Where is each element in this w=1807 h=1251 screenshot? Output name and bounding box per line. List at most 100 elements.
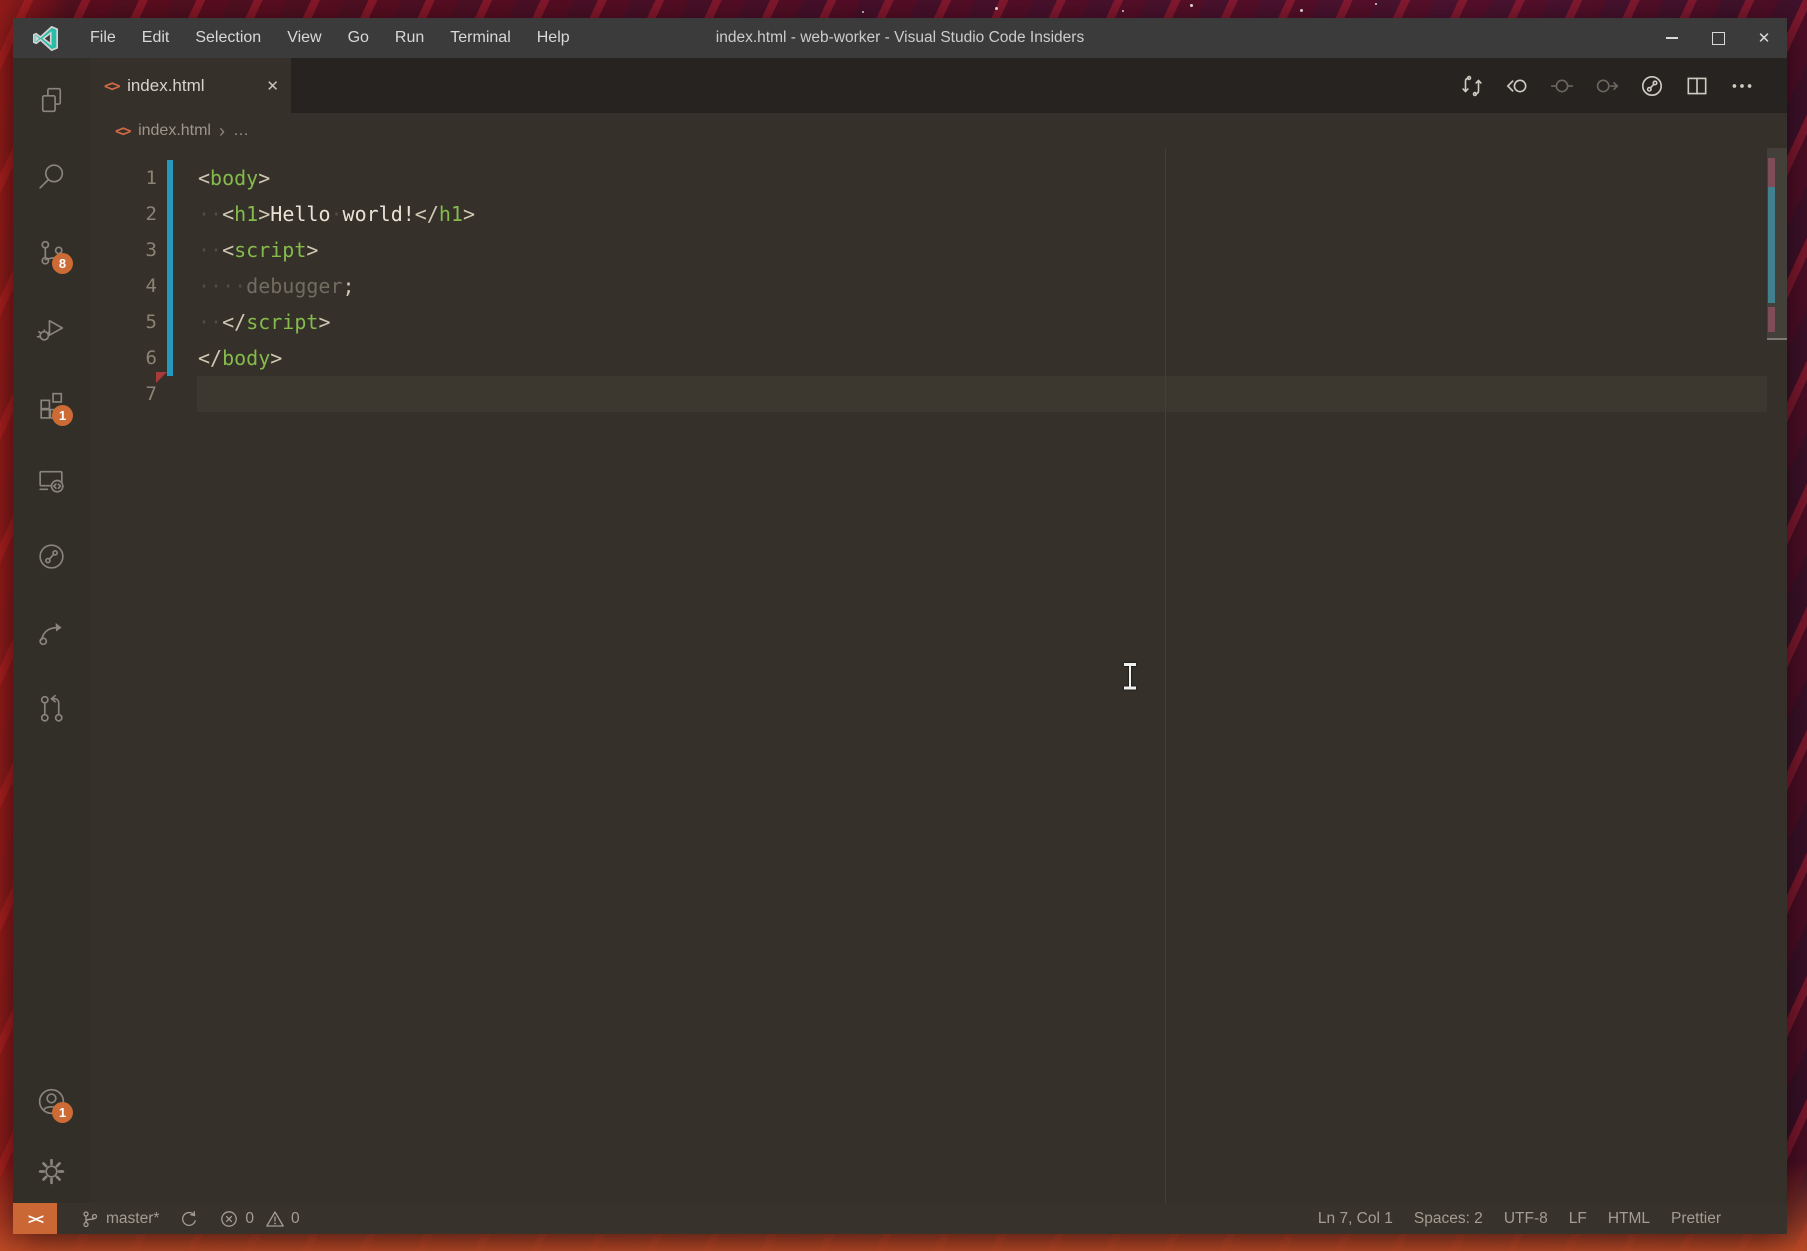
close-icon: ✕ [1758, 31, 1771, 46]
badge-source-control: 8 [52, 253, 73, 274]
html-file-icon: <> [115, 122, 130, 140]
code-line-2[interactable]: 2 ··<h1>Hello·world!</h1> [90, 196, 1767, 232]
status-formatter[interactable]: Prettier [1671, 1210, 1721, 1228]
file-history-icon[interactable] [1639, 73, 1665, 99]
overview-decoration [1768, 307, 1775, 332]
status-eol[interactable]: LF [1569, 1210, 1587, 1228]
status-bar: >< master* 0 [13, 1203, 1787, 1234]
code-line-4[interactable]: 4 ····debugger; [90, 268, 1767, 304]
menu-file[interactable]: File [77, 18, 129, 58]
line-text: </body> [198, 340, 282, 376]
code-line-1[interactable]: 1 <body> [90, 160, 1767, 196]
activity-live-share[interactable] [13, 594, 90, 670]
menu-help[interactable]: Help [524, 18, 583, 58]
branch-status[interactable]: master* [80, 1209, 159, 1229]
line-number: 7 [90, 376, 157, 412]
line-number: 2 [90, 196, 157, 232]
menu-selection[interactable]: Selection [182, 18, 274, 58]
activity-source-control[interactable]: 8 [13, 214, 90, 290]
gear-icon [35, 1155, 68, 1188]
star-speckle [1122, 10, 1124, 12]
star-speckle [1190, 4, 1193, 7]
status-encoding[interactable]: UTF-8 [1504, 1210, 1548, 1228]
share-arrow-icon [35, 616, 68, 649]
breadcrumb-symbol[interactable]: … [233, 122, 249, 140]
tab-close-icon[interactable]: ✕ [266, 77, 279, 95]
line-number: 3 [90, 232, 157, 268]
breadcrumb[interactable]: <> index.html › … [90, 113, 1787, 148]
activity-git-graph[interactable] [13, 518, 90, 594]
activity-explorer[interactable] [13, 62, 90, 138]
minimize-icon [1666, 37, 1678, 39]
overview-decoration [1768, 187, 1775, 303]
remote-explorer-icon [35, 464, 68, 497]
breadcrumb-file[interactable]: index.html [138, 122, 211, 140]
maximize-icon [1712, 32, 1725, 45]
vscode-insiders-logo-icon [13, 26, 77, 51]
line-number: 5 [90, 304, 157, 340]
activity-extensions[interactable]: 1 [13, 366, 90, 442]
error-count: 0 [245, 1210, 254, 1228]
activity-settings[interactable] [13, 1139, 90, 1203]
menu-edit[interactable]: Edit [129, 18, 183, 58]
html-file-icon: <> [104, 77, 119, 95]
code-pane: 1 <body> 2 ··<h1>Hello·world!</h1> 3 ··<scrip… [90, 160, 1767, 412]
menu-go[interactable]: Go [335, 18, 382, 58]
badge-extensions: 1 [52, 405, 73, 426]
git-circle-icon [35, 540, 68, 573]
remote-indicator[interactable]: >< [13, 1203, 57, 1234]
activity-search[interactable] [13, 138, 90, 214]
code-line-3[interactable]: 3 ··<script> [90, 232, 1767, 268]
activity-accounts[interactable]: 1 [13, 1063, 90, 1139]
line-text: ····debugger; [198, 268, 355, 304]
line-text: ··<script> [198, 232, 318, 268]
window-controls: ✕ [1649, 18, 1787, 58]
open-changes-icon[interactable] [1459, 73, 1485, 99]
activity-remote-explorer[interactable] [13, 442, 90, 518]
code-line-5[interactable]: 5 ··</script> [90, 304, 1767, 340]
code-editor[interactable]: 1 <body> 2 ··<h1>Hello·world!</h1> 3 ··<scrip… [90, 148, 1787, 1203]
vertical-scrollbar[interactable] [1767, 148, 1787, 1203]
chevron-right-icon: › [219, 122, 225, 140]
editor-actions [1459, 58, 1787, 113]
overview-decoration [1768, 158, 1775, 187]
activity-bar: 8 1 1 [13, 58, 90, 1203]
line-text: <body> [198, 160, 270, 196]
maximize-button[interactable] [1695, 18, 1741, 58]
menu-run[interactable]: Run [382, 18, 437, 58]
search-icon [35, 160, 68, 193]
line-text: ··<h1>Hello·world!</h1> [198, 196, 475, 232]
code-line-6[interactable]: 6 </body> [90, 340, 1767, 376]
line-text: ··</script> [198, 304, 330, 340]
line-number: 4 [90, 268, 157, 304]
mouse-ibeam-cursor [1124, 663, 1136, 691]
vscode-window: FileEditSelectionViewGoRunTerminalHelp i… [13, 18, 1787, 1234]
menu-bar: FileEditSelectionViewGoRunTerminalHelp [77, 18, 583, 58]
problems-status[interactable]: 0 0 [219, 1209, 299, 1229]
close-button[interactable]: ✕ [1741, 18, 1787, 58]
line-number: 1 [90, 160, 157, 196]
sync-status[interactable] [179, 1209, 199, 1229]
star-speckle [995, 7, 998, 10]
minimize-button[interactable] [1649, 18, 1695, 58]
error-icon [219, 1209, 239, 1229]
screen: FileEditSelectionViewGoRunTerminalHelp i… [0, 0, 1807, 1251]
sync-icon [179, 1209, 199, 1229]
status-cursor-position[interactable]: Ln 7, Col 1 [1318, 1210, 1393, 1228]
previous-change-icon[interactable] [1504, 73, 1530, 99]
files-icon [35, 84, 68, 117]
menu-view[interactable]: View [274, 18, 334, 58]
activity-github-pull-requests[interactable] [13, 670, 90, 746]
title-bar[interactable]: FileEditSelectionViewGoRunTerminalHelp i… [13, 18, 1787, 58]
pull-request-icon [35, 692, 68, 725]
split-editor-icon[interactable] [1684, 73, 1710, 99]
status-language[interactable]: HTML [1608, 1210, 1650, 1228]
activity-run-and-debug[interactable] [13, 290, 90, 366]
line-number: 6 [90, 340, 157, 376]
badge-accounts: 1 [52, 1102, 73, 1123]
code-line-7[interactable]: 7 [90, 376, 1767, 412]
status-indentation[interactable]: Spaces: 2 [1414, 1210, 1483, 1228]
more-actions-icon[interactable] [1729, 73, 1755, 99]
tab-index-html[interactable]: <> index.html ✕ [90, 58, 291, 113]
menu-terminal[interactable]: Terminal [437, 18, 523, 58]
